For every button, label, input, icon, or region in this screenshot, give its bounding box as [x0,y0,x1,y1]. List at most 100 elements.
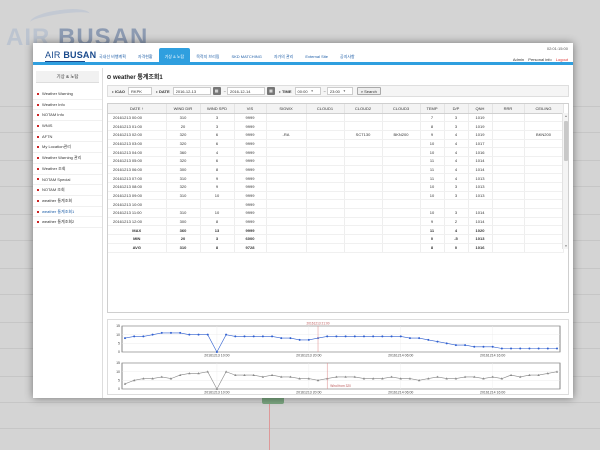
time-from-select[interactable]: 00:00 ▼ [294,87,321,95]
sidebar-item[interactable]: Weather Info [33,100,102,111]
nav-item[interactable]: External Site [299,48,334,65]
sidebar-item-label: AFTN [42,133,53,139]
column-header[interactable]: CEILING [524,104,564,114]
table-cell: 4 [444,139,469,149]
icao-input[interactable] [128,87,153,95]
sidebar-title: 기상 & 노탐 [36,71,99,83]
sidebar-item[interactable]: NOTAM Info [33,110,102,122]
scroll-thumb[interactable] [564,121,568,161]
table-row[interactable]: 20161213 02:00 320 6 9999 -RA SCT130 BKN200 9 4 1… [108,130,564,140]
table-cell: 6 [200,156,235,166]
personal-info-link[interactable]: Personal info [528,57,551,62]
table-cell: 10 [420,147,445,157]
nav-item[interactable]: 공지사항 [334,48,361,65]
sidebar-item[interactable]: Weather Warning [33,89,102,100]
table-cell: 20161213 09:00 [108,191,167,201]
sidebar-item[interactable]: My Location관리 [33,142,102,154]
table-row[interactable]: 20161213 11:00 310 10 9999 10 3 1014 [108,208,564,218]
table-cell: 1014 [468,208,493,218]
scroll-down-icon[interactable]: ▼ [563,243,568,249]
nav-item[interactable]: 기상 & 노탐 [158,48,191,65]
nav-item[interactable]: 국내선 비행계획 [93,48,132,65]
table-cell: 1013 [468,182,493,192]
column-header[interactable]: QNH [468,104,493,114]
sidebar-item[interactable]: weather 통계조회2 [33,217,102,228]
data-point [556,347,558,350]
column-header[interactable]: CLOUD1 [306,104,345,114]
table-row[interactable]: 20161213 10:00 9999 [108,199,564,210]
sidebar-item[interactable]: NOTAM Special [33,175,102,186]
sidebar-item[interactable]: Weather Warning 관리 [33,153,102,164]
column-header[interactable]: RRR [492,104,525,114]
column-header[interactable]: CLOUD2 [344,104,383,114]
nav-item[interactable]: 자격현황 [132,48,159,65]
date-from-input[interactable] [172,87,211,95]
table-cell: 1014 [468,156,493,166]
table-cell [492,121,525,131]
sidebar-item[interactable]: weather 통계조회 [33,196,102,207]
table-cell [306,173,345,183]
sidebar-item-label: My Location관리 [42,144,71,150]
table-cell [200,199,235,210]
table-summary: MAX 360 13 9999 11 4 1020 MIN 20 3 6000 0 -5 1013 AVG 3… [108,225,564,253]
table-row[interactable]: 20161213 05:00 320 6 9999 11 4 1014 [108,156,564,166]
column-header[interactable]: DATE ↑ [108,104,167,114]
table-cell: 9999 [234,165,267,175]
table-cell [344,173,383,183]
data-point [528,347,531,350]
admin-link[interactable]: Admin [513,57,524,62]
column-header[interactable]: TEMP [420,104,445,114]
table-scrollbar[interactable]: ▲ ▼ [562,113,568,249]
table-cell: 4 [200,147,235,157]
table-row[interactable]: 20161213 12:00 300 8 9999 9 2 1014 [108,217,564,227]
table-row[interactable]: 20161213 00:00 310 3 9999 7 3 1019 [108,113,564,123]
table-cell [266,199,307,210]
table-cell [306,147,345,157]
nav-item[interactable]: 목적지 브리핑 [190,48,225,65]
table-row[interactable]: 20161213 06:00 300 8 9999 11 4 1014 [108,165,564,175]
column-header[interactable]: WIND SPD [200,104,235,114]
date-to-input[interactable] [226,87,265,95]
data-point [408,337,411,340]
scroll-up-icon[interactable]: ▲ [563,113,568,119]
sidebar-item[interactable]: WNIS [33,121,102,132]
table-cell: 4 [444,147,469,157]
table-cell: 9999 [234,113,267,123]
sidebar-item[interactable]: NOTAM 조회 [33,185,102,196]
data-point [252,335,255,338]
table-row[interactable]: 20161213 09:00 310 10 9999 10 3 1013 [108,191,564,201]
table-row[interactable]: 20161213 07:00 310 9 9999 11 4 1013 [108,173,564,183]
table-row[interactable]: 20161213 01:00 20 3 9999 8 3 1019 [108,121,564,131]
table-cell: 310 [166,173,201,183]
logout-link[interactable]: Logout [556,57,568,62]
y-tick-label: 10 [116,370,120,374]
calendar-icon[interactable]: ▦ [266,87,275,95]
column-header[interactable]: SIGWX [266,104,307,114]
table-row[interactable]: 20161213 08:00 320 9 9999 10 3 1013 [108,182,564,192]
y-tick-label: 5 [118,379,120,383]
nav-item[interactable]: 자가의 관리 [268,48,300,65]
table-cell: 20161213 05:00 [108,156,167,166]
app-window: AIR BUSAN 국내선 비행계획 자격현황 기상 & 노탐 목적지 브리핑 SKD … [33,43,573,398]
column-header[interactable]: VIS [234,104,267,114]
sidebar-item[interactable]: AFTN [33,132,102,143]
table-cell: 1014 [468,217,493,227]
search-button[interactable]: ⌕ Search [356,87,381,95]
table-row[interactable]: 20161213 03:00 320 6 9999 10 4 1017 [108,139,564,149]
column-header[interactable]: WIND DIR [166,104,201,114]
column-header[interactable]: CLOUD3 [382,104,421,114]
sidebar-item[interactable]: weather 통계조회1 [33,207,102,218]
time-to-select[interactable]: 23:00 ▼ [326,87,353,95]
air-busan-logo[interactable]: AIR BUSAN [45,50,96,62]
table-cell [266,139,307,149]
column-header[interactable]: D/P [444,104,469,114]
clock: 02:01:15:00 [546,46,568,51]
table-cell [266,173,307,183]
table-row[interactable]: 20161213 04:00 360 4 9999 10 4 1016 [108,147,564,157]
nav-item[interactable]: SKD MATCHING [225,48,267,65]
table-cell [306,234,345,244]
data-point [362,335,365,338]
calendar-icon[interactable]: ▦ [212,87,221,95]
sidebar-item[interactable]: Weather 조회 [33,164,102,175]
table-cell [344,121,383,131]
